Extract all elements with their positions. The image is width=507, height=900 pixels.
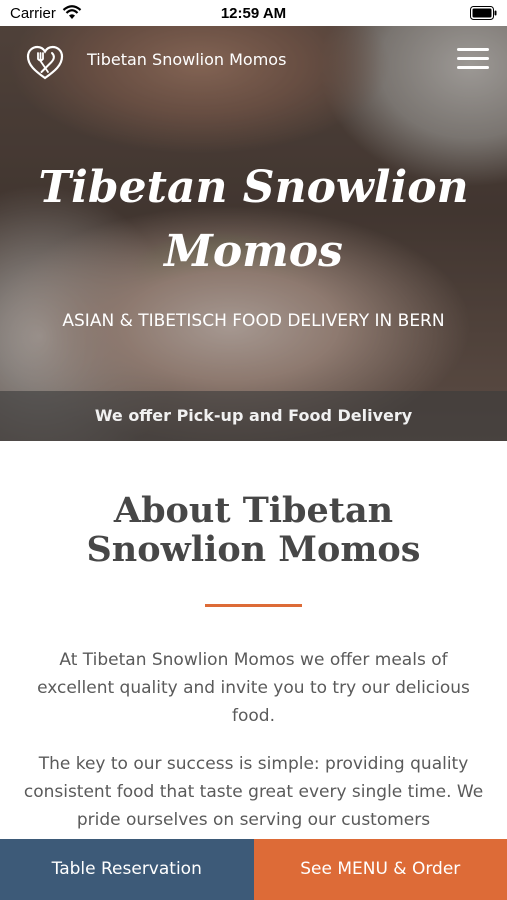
see-menu-order-button[interactable]: See MENU & Order [253, 839, 507, 900]
brand-name[interactable]: Tibetan Snowlion Momos [87, 50, 286, 69]
about-paragraph: The key to our success is simple: provid… [23, 754, 484, 830]
status-time: 12:59 AM [220, 5, 287, 22]
status-bar: Carrier 12:59 AM [0, 0, 507, 26]
about-section: About Tibetan Snowlion Momos At Tibetan … [0, 441, 507, 841]
section-divider [205, 604, 302, 607]
about-paragraph: At Tibetan Snowlion Momos we offer meals… [37, 650, 470, 726]
about-title: About Tibetan Snowlion Momos [86, 490, 421, 570]
bottom-action-bar: Table Reservation See MENU & Order [0, 839, 507, 900]
hero-subtitle: ASIAN & TIBETISCH FOOD DELIVERY IN BERN [62, 311, 445, 331]
delivery-banner: We offer Pick-up and Food Delivery [0, 391, 507, 441]
hero-title: Tibetan Snowlion Momos [38, 162, 469, 277]
battery-icon [470, 6, 497, 20]
fork-knife-heart-icon[interactable] [25, 43, 65, 83]
hamburger-menu-icon[interactable] [457, 48, 489, 74]
table-reservation-button[interactable]: Table Reservation [0, 839, 254, 900]
hero-banner: Tibetan Snowlion Momos Tibetan Snowlion … [0, 26, 507, 441]
